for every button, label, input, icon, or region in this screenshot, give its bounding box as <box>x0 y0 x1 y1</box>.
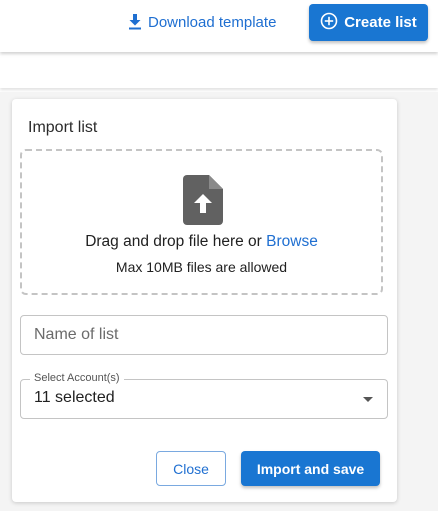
download-template-label: Download template <box>148 13 277 31</box>
import-and-save-button[interactable]: Import and save <box>241 451 380 486</box>
card-title: Import list <box>28 119 98 136</box>
add-circle-icon <box>320 12 338 34</box>
dropzone-size-limit: Max 10MB files are allowed <box>115 259 288 275</box>
file-dropzone[interactable]: Drag and drop file here or Browse Max 10… <box>20 149 383 295</box>
account-select[interactable]: Select Account(s) 11 selected <box>20 372 388 419</box>
file-upload-icon <box>183 175 223 230</box>
account-select-label: Select Account(s) <box>30 372 124 384</box>
list-name-input[interactable] <box>20 315 388 355</box>
dropzone-instructions: Drag and drop file here or Browse <box>22 233 381 251</box>
dropdown-arrow-icon <box>363 397 373 402</box>
filter-band <box>0 58 438 88</box>
import-list-card: Import list Drag and drop file here or B… <box>12 99 397 502</box>
browse-link[interactable]: Browse <box>266 233 318 250</box>
download-icon <box>128 14 142 30</box>
download-template-link[interactable]: Download template <box>128 12 276 32</box>
top-toolbar: Download template Create list <box>0 0 438 52</box>
account-select-value: 11 selected <box>34 389 115 406</box>
create-list-button[interactable]: Create list <box>309 4 428 41</box>
close-button[interactable]: Close <box>156 451 226 486</box>
dropzone-main-text: Drag and drop file here or <box>85 233 267 250</box>
create-list-label: Create list <box>344 14 417 31</box>
